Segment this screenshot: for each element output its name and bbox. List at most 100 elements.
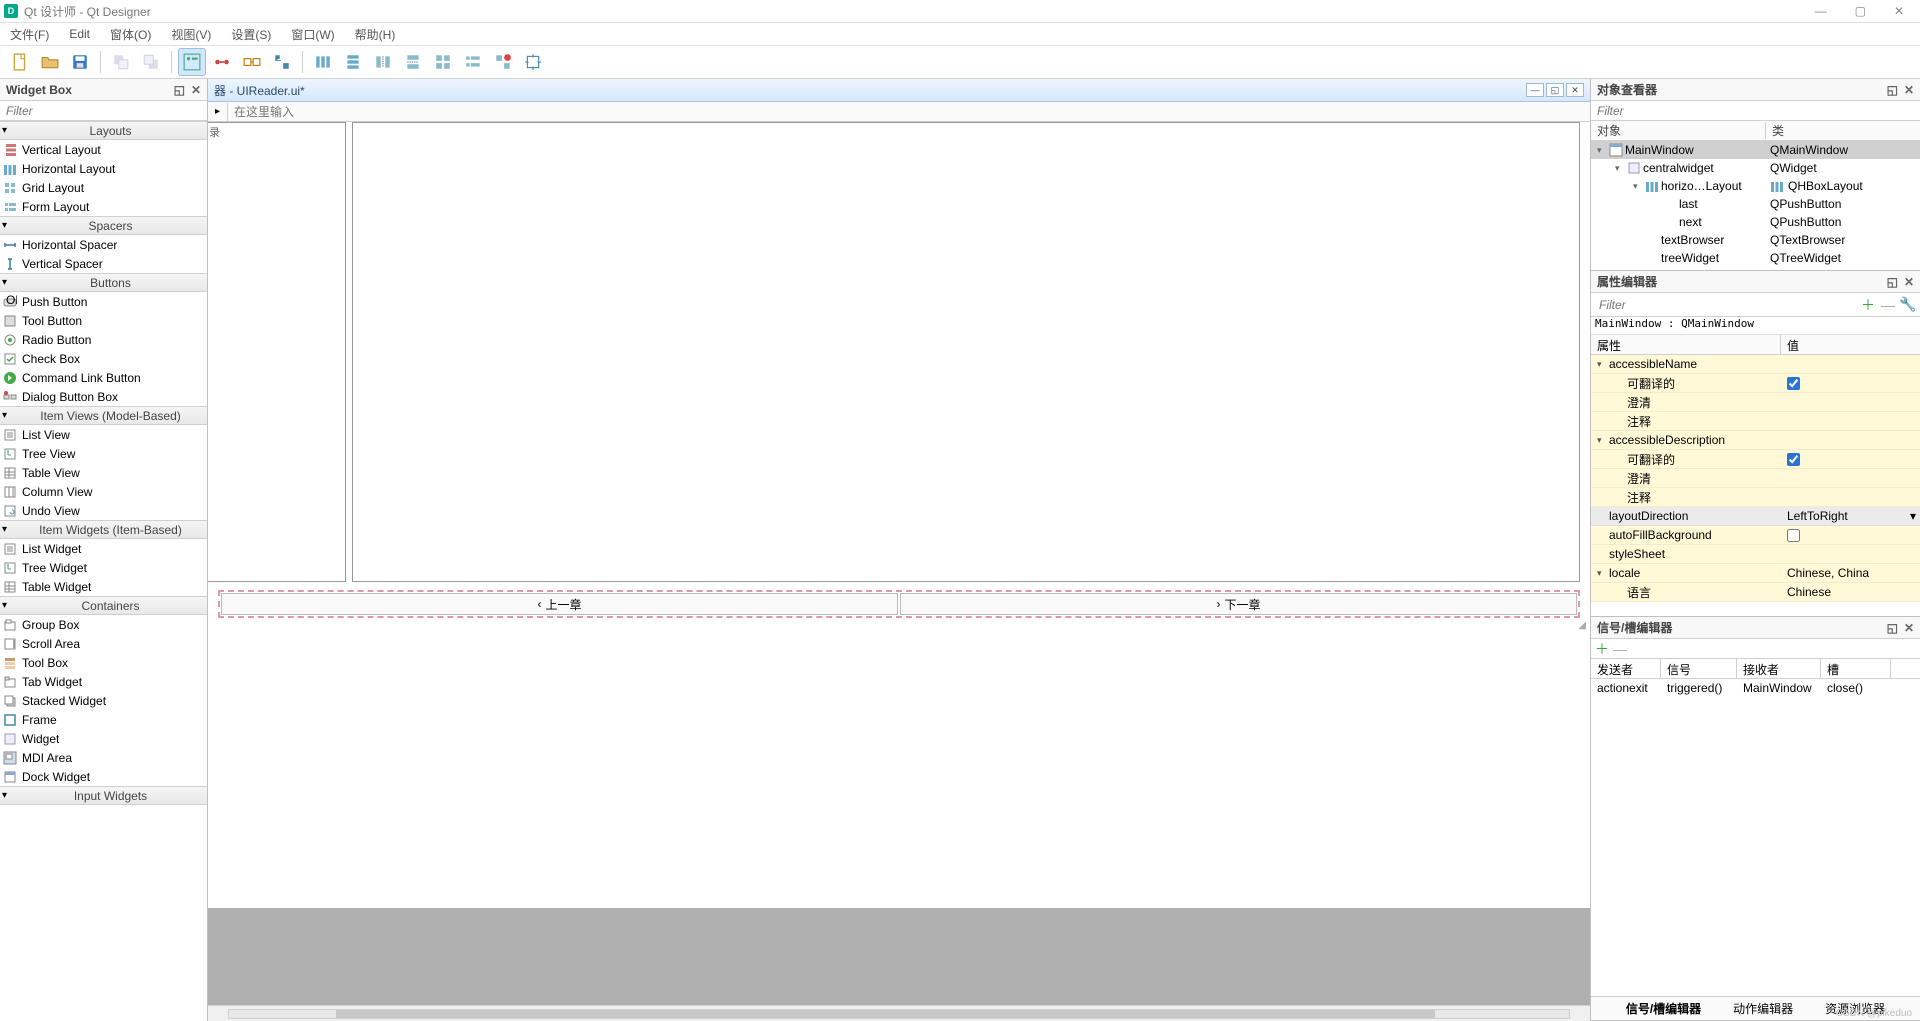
widget-item[interactable]: Check Box [0, 349, 207, 368]
property-row[interactable]: 澄清 [1591, 393, 1920, 412]
edit-buddies-button[interactable] [238, 48, 266, 76]
undock-icon[interactable]: ◱ [1887, 275, 1898, 289]
widget-box-list[interactable]: ▾LayoutsVertical LayoutHorizontal Layout… [0, 121, 207, 1021]
widget-item[interactable]: Command Link Button [0, 368, 207, 387]
widget-item[interactable]: Horizontal Layout [0, 159, 207, 178]
undock-icon[interactable]: ◱ [1887, 83, 1898, 97]
mdi-close-button[interactable]: ✕ [1566, 83, 1584, 97]
open-file-button[interactable] [36, 48, 64, 76]
send-back-button[interactable] [107, 48, 135, 76]
property-row[interactable]: 澄清 [1591, 469, 1920, 488]
form-toolbar-input[interactable] [228, 105, 428, 119]
widget-item[interactable]: OKPush Button [0, 292, 207, 311]
break-layout-button[interactable] [489, 48, 517, 76]
category-header[interactable]: ▾Containers [0, 596, 207, 615]
widget-item[interactable]: Tool Button [0, 311, 207, 330]
widget-box-filter[interactable] [0, 101, 207, 121]
widget-item[interactable]: Column View [0, 482, 207, 501]
property-row[interactable]: styleSheet [1591, 545, 1920, 564]
category-header[interactable]: ▾Item Widgets (Item-Based) [0, 520, 207, 539]
widget-item[interactable]: Vertical Spacer [0, 254, 207, 273]
layout-grid-button[interactable] [429, 48, 457, 76]
category-header[interactable]: ▾Input Widgets [0, 786, 207, 805]
property-list[interactable]: ▾accessibleName可翻译的澄清注释▾accessibleDescri… [1591, 355, 1920, 616]
property-checkbox[interactable] [1787, 377, 1800, 390]
object-row[interactable]: nextQPushButton [1591, 213, 1920, 231]
signal-rows[interactable]: actionexittriggered()MainWindowclose() [1591, 679, 1920, 996]
chevron-down-icon[interactable]: ▾ [1597, 359, 1607, 370]
property-row[interactable]: ▾accessibleDescription [1591, 431, 1920, 450]
category-header[interactable]: ▾Buttons [0, 273, 207, 292]
menu-item[interactable]: 帮助(H) [349, 24, 402, 45]
widget-item[interactable]: Radio Button [0, 330, 207, 349]
object-inspector-filter[interactable] [1591, 101, 1920, 121]
menu-item[interactable]: Edit [63, 25, 96, 43]
object-row[interactable]: treeWidgetQTreeWidget [1591, 249, 1920, 267]
close-icon[interactable]: ✕ [191, 83, 201, 97]
category-header[interactable]: ▾Item Views (Model-Based) [0, 406, 207, 425]
widget-item[interactable]: Table Widget [0, 577, 207, 596]
widget-item[interactable]: Tree Widget [0, 558, 207, 577]
next-button[interactable]: ›下一章 [900, 593, 1577, 615]
object-tree[interactable]: ▾MainWindowQMainWindow▾centralwidgetQWid… [1591, 141, 1920, 270]
maximize-button[interactable]: ▢ [1855, 4, 1866, 18]
menu-item[interactable]: 视图(V) [165, 24, 217, 45]
property-col-value[interactable]: 值 [1781, 335, 1805, 354]
new-file-button[interactable] [6, 48, 34, 76]
mdi-restore-button[interactable]: ◱ [1546, 83, 1564, 97]
signal-row[interactable]: actionexittriggered()MainWindowclose() [1591, 679, 1920, 699]
tree-widget[interactable]: 录 [208, 122, 346, 582]
widget-item[interactable]: Table View [0, 463, 207, 482]
property-checkbox[interactable] [1787, 453, 1800, 466]
widget-item[interactable]: Tab Widget [0, 672, 207, 691]
category-header[interactable]: ▾Layouts [0, 121, 207, 140]
widget-item[interactable]: Form Layout [0, 197, 207, 216]
widget-item[interactable]: Dock Widget [0, 767, 207, 786]
widget-item[interactable]: Tool Box [0, 653, 207, 672]
menu-item[interactable]: 设置(S) [225, 24, 277, 45]
mdi-minimize-button[interactable]: — [1526, 83, 1544, 97]
bottom-tab[interactable]: 动作编辑器 [1729, 998, 1797, 1019]
property-col-name[interactable]: 属性 [1591, 335, 1781, 354]
edit-widgets-button[interactable] [178, 48, 206, 76]
close-icon[interactable]: ✕ [1904, 83, 1914, 97]
undock-icon[interactable]: ◱ [174, 83, 185, 97]
property-row[interactable]: 注释 [1591, 412, 1920, 431]
widget-item[interactable]: Widget [0, 729, 207, 748]
signal-col-receiver[interactable]: 接收者 [1737, 659, 1821, 678]
category-header[interactable]: ▾Spacers [0, 216, 207, 235]
bottom-tab[interactable]: 信号/槽编辑器 [1622, 998, 1705, 1019]
layout-vert-splitter-button[interactable] [399, 48, 427, 76]
widget-item[interactable]: Undo View [0, 501, 207, 520]
property-row[interactable]: layoutDirectionLeftToRight▾ [1591, 507, 1920, 526]
minimize-button[interactable]: — [1815, 4, 1827, 18]
menu-item[interactable]: 文件(F) [4, 24, 55, 45]
adjust-size-button[interactable] [519, 48, 547, 76]
widget-item[interactable]: Grid Layout [0, 178, 207, 197]
edit-taborder-button[interactable]: 1 [268, 48, 296, 76]
chevron-down-icon[interactable]: ▾ [1597, 435, 1607, 446]
form-menu-icon[interactable]: ▸ [208, 103, 228, 121]
add-property-button[interactable]: ＋ [1858, 295, 1878, 315]
object-row[interactable]: ▾centralwidgetQWidget [1591, 159, 1920, 177]
text-browser[interactable] [352, 122, 1580, 582]
tree-arrow-icon[interactable]: ▾ [1615, 163, 1625, 174]
widget-item[interactable]: Tree View [0, 444, 207, 463]
layout-vert-button[interactable] [339, 48, 367, 76]
object-col-name[interactable]: 对象 [1591, 122, 1766, 139]
widget-item[interactable]: List Widget [0, 539, 207, 558]
object-row[interactable]: ▾MainWindowQMainWindow [1591, 141, 1920, 159]
horizontal-scrollbar[interactable] [208, 1005, 1590, 1021]
widget-item[interactable]: Group Box [0, 615, 207, 634]
property-row[interactable]: ▾localeChinese, China [1591, 564, 1920, 583]
size-grip-icon[interactable]: ◢ [208, 620, 1590, 636]
property-row[interactable]: 可翻译的 [1591, 374, 1920, 393]
property-row[interactable]: 语言Chinese [1591, 583, 1920, 602]
widget-item[interactable]: Frame [0, 710, 207, 729]
object-row[interactable]: ▾horizo…LayoutQHBoxLayout [1591, 177, 1920, 195]
property-row[interactable]: 可翻译的 [1591, 450, 1920, 469]
form-canvas[interactable]: 录 ‹上一章 ›下一章 ◢ [208, 122, 1590, 908]
layout-form-button[interactable] [459, 48, 487, 76]
signal-col-slot[interactable]: 槽 [1821, 659, 1891, 678]
menu-item[interactable]: 窗体(O) [104, 24, 157, 45]
